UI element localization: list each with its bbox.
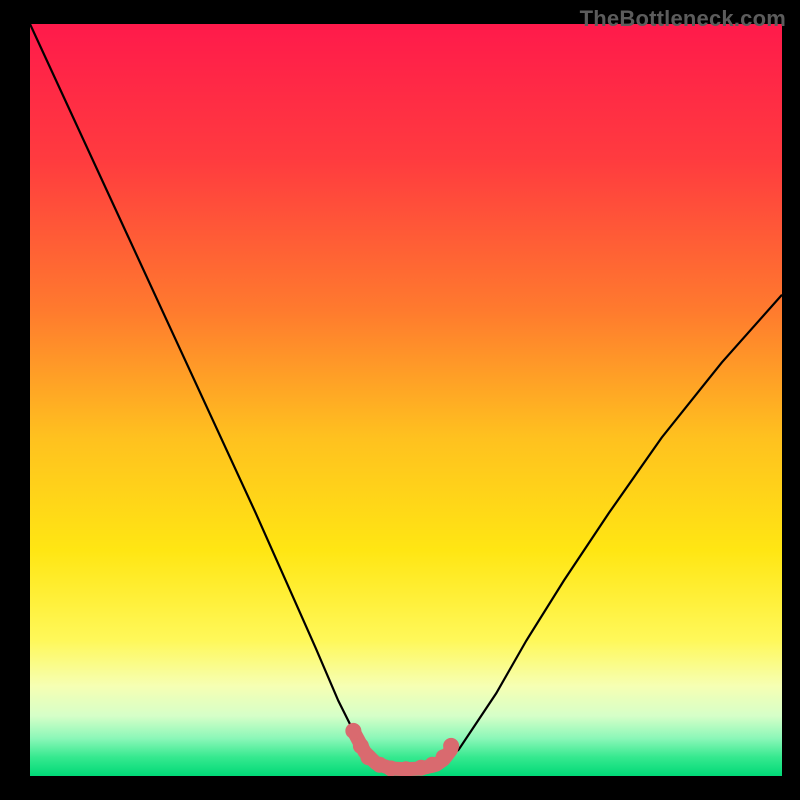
gradient-background <box>30 24 782 776</box>
plot-area <box>30 24 782 776</box>
chart-svg <box>30 24 782 776</box>
watermark-text: TheBottleneck.com <box>580 6 786 32</box>
valley-marker <box>345 723 361 739</box>
valley-marker <box>383 760 399 776</box>
outer-frame: TheBottleneck.com <box>0 0 800 800</box>
valley-marker <box>443 738 459 754</box>
